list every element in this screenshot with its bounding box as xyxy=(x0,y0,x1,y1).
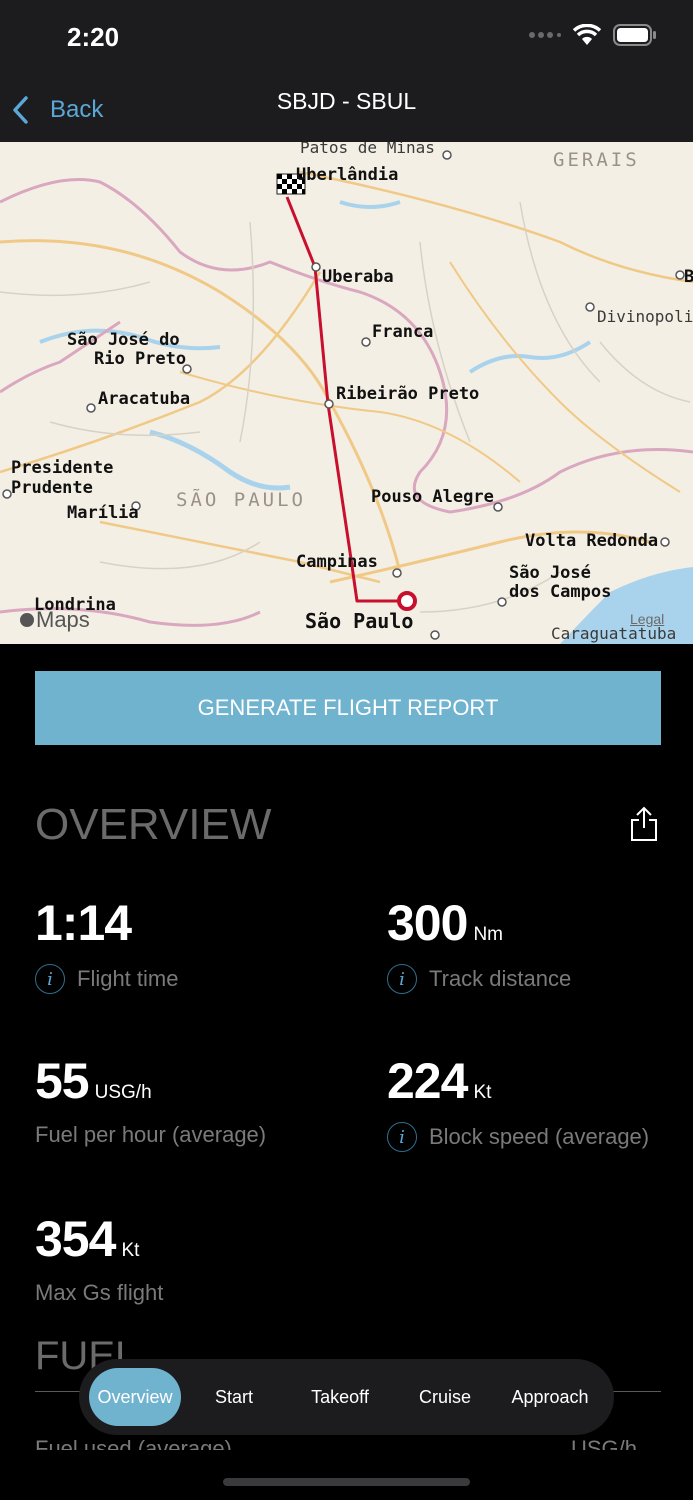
map-label-dos-campos: dos Campos xyxy=(509,582,612,602)
map-label-campinas: Campinas xyxy=(296,552,378,572)
map-label-sao-jose: São José xyxy=(509,563,591,583)
navigation-bar: Back SBJD - SBUL xyxy=(0,78,693,142)
section-tab-bar: Overview Start Takeoff Cruise Approach xyxy=(79,1359,614,1435)
fuel-per-hour-unit: USG/h xyxy=(94,1082,152,1103)
fuel-per-hour-label: Fuel per hour (average) xyxy=(35,1122,267,1147)
map-label-divinopolis: Divinopoli xyxy=(597,307,693,326)
map-label-uberlandia: Uberlândia xyxy=(296,165,399,185)
map-label-gerais: GERAIS xyxy=(553,149,640,171)
fuel-per-hour-value: 55 xyxy=(35,1053,90,1109)
map-label-sao-jose-do: São José do xyxy=(67,330,180,350)
max-gs-unit: Kt xyxy=(121,1240,140,1261)
info-icon[interactable]: i xyxy=(35,964,65,994)
stat-flight-time: 1:14 i Flight time xyxy=(35,896,178,994)
map-label-sao-paulo: São Paulo xyxy=(305,609,414,633)
cellular-signal-icon xyxy=(529,32,561,38)
map-label-uberaba: Uberaba xyxy=(322,267,394,287)
tab-start[interactable]: Start xyxy=(181,1368,287,1426)
flight-time-label: Flight time xyxy=(77,966,179,991)
map-label-ribeirao-preto: Ribeirão Preto xyxy=(336,384,480,404)
overview-heading: OVERVIEW xyxy=(35,800,272,849)
status-time: 2:20 xyxy=(67,22,120,52)
page-title: SBJD - SBUL xyxy=(276,88,417,114)
map-label-aracatuba: Aracatuba xyxy=(98,389,191,409)
wifi-icon xyxy=(573,24,601,45)
track-distance-label: Track distance xyxy=(429,966,572,991)
route-map[interactable]: Patos de Minas GERAIS Uberlândia Uberaba… xyxy=(0,142,693,644)
status-icons xyxy=(529,24,657,46)
info-icon[interactable]: i xyxy=(387,1122,417,1152)
map-label-franca: Franca xyxy=(372,322,434,342)
tab-overview[interactable]: Overview xyxy=(89,1368,181,1426)
stat-track-distance: 300 Nm i Track distance xyxy=(387,896,571,994)
flight-time-value: 1:14 xyxy=(35,895,132,951)
tab-cruise[interactable]: Cruise xyxy=(393,1368,497,1426)
fuel-row-value: USG/h xyxy=(571,1436,638,1450)
generate-flight-report-button[interactable]: GENERATE FLIGHT REPORT xyxy=(35,671,661,745)
tab-takeoff[interactable]: Takeoff xyxy=(287,1368,393,1426)
home-indicator[interactable] xyxy=(223,1478,470,1486)
map-label-rio-preto: Rio Preto xyxy=(94,349,187,369)
apple-logo-icon xyxy=(20,613,34,627)
track-distance-unit: Nm xyxy=(473,924,503,945)
battery-icon xyxy=(613,24,656,46)
map-label-pouso-alegre: Pouso Alegre xyxy=(371,487,494,507)
map-label-presidente: Presidente xyxy=(11,458,114,478)
maps-attribution: Maps xyxy=(20,607,90,633)
track-distance-value: 300 xyxy=(387,895,468,951)
block-speed-value: 224 xyxy=(387,1053,468,1109)
map-label-prudente: Prudente xyxy=(11,478,93,498)
stat-max-gs: 354 Kt Max Gs flight xyxy=(35,1212,163,1306)
info-icon[interactable]: i xyxy=(387,964,417,994)
map-label-caraguatatuba: Caraguatatuba xyxy=(551,624,677,643)
stat-fuel-per-hour: 55 USG/h Fuel per hour (average) xyxy=(35,1054,266,1148)
stat-block-speed: 224 Kt i Block speed (average) xyxy=(387,1054,649,1152)
map-label-b: B xyxy=(684,267,693,287)
fuel-row-label: Fuel used (average) xyxy=(35,1436,232,1450)
legal-link[interactable]: Legal xyxy=(630,611,664,627)
map-label-volta-redonda: Volta Redonda xyxy=(525,531,659,551)
share-icon[interactable] xyxy=(630,806,658,842)
destination-marker xyxy=(397,591,417,611)
block-speed-label: Block speed (average) xyxy=(429,1124,650,1149)
map-label-marilia: Marília xyxy=(67,503,139,523)
tab-approach[interactable]: Approach xyxy=(497,1368,603,1426)
max-gs-label: Max Gs flight xyxy=(35,1280,164,1305)
map-label-sao-paulo-state: SÃO PAULO xyxy=(176,489,306,511)
status-bar: 2:20 xyxy=(0,0,693,78)
map-label-patos-de-minas: Patos de Minas xyxy=(300,142,435,157)
max-gs-value: 354 xyxy=(35,1211,116,1267)
block-speed-unit: Kt xyxy=(473,1082,492,1103)
